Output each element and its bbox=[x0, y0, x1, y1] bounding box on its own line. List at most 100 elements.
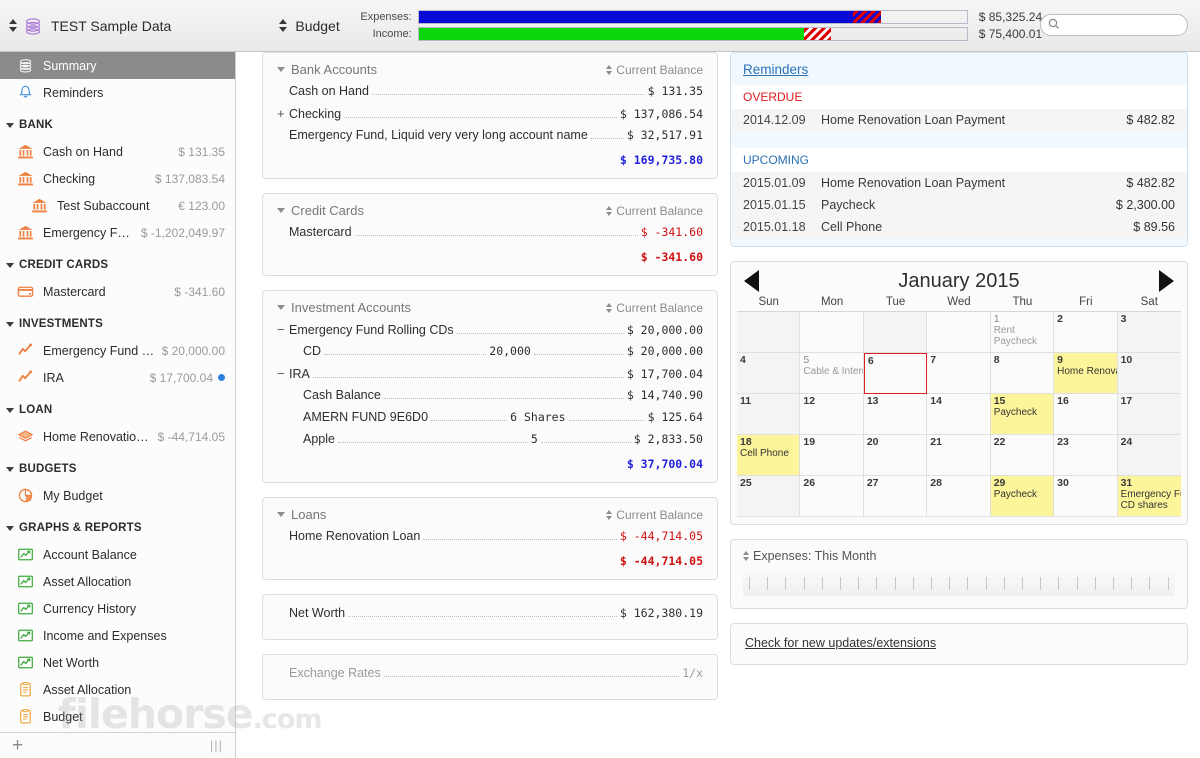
sidebar-item-budget[interactable]: Budget bbox=[0, 703, 235, 730]
calendar-day-cell[interactable]: 28 bbox=[927, 476, 991, 517]
account-row[interactable]: CD 20,000 $ 20,000.00 bbox=[277, 344, 703, 366]
reminder-row[interactable]: 2015.01.15 Paycheck $ 2,300.00 bbox=[731, 194, 1187, 216]
calendar-day-cell[interactable]: 26 bbox=[800, 476, 864, 517]
calendar-event[interactable]: Cell Phone bbox=[740, 448, 796, 459]
account-row[interactable]: − Emergency Fund Rolling CDs $ 20,000.00 bbox=[277, 322, 703, 344]
calendar-day-cell[interactable]: 11 bbox=[737, 394, 801, 435]
calendar-day-cell[interactable] bbox=[927, 312, 991, 353]
sidebar-item-asset-allocation[interactable]: Asset Allocation bbox=[0, 676, 235, 703]
calendar-day-cell[interactable] bbox=[800, 312, 864, 353]
calendar-grid[interactable]: 1 Rent Paycheck 2 3 4 5 Cable & Intern 6 7 8 9 Home … bbox=[737, 312, 1181, 517]
sidebar-group-bank[interactable]: BANK bbox=[0, 112, 235, 138]
chevron-down-icon[interactable] bbox=[6, 122, 14, 128]
sidebar-group-credit-cards[interactable]: CREDIT CARDS bbox=[0, 252, 235, 278]
bank-sort-control[interactable]: Current Balance bbox=[606, 63, 703, 77]
account-row[interactable]: AMERN FUND 9E6D0 6 Shares $ 125.64 bbox=[277, 410, 703, 432]
bank-panel-title-group[interactable]: Bank Accounts bbox=[277, 62, 377, 77]
sidebar-item-account-balance[interactable]: Account Balance bbox=[0, 541, 235, 568]
calendar-day-cell[interactable]: 3 bbox=[1117, 312, 1181, 353]
calendar-day-cell[interactable]: 20 bbox=[863, 435, 928, 476]
calendar-day-cell[interactable]: 1 Rent Paycheck bbox=[990, 312, 1055, 353]
calendar-day-cell[interactable]: 22 bbox=[990, 435, 1055, 476]
sidebar-item-asset-allocation[interactable]: Asset Allocation bbox=[0, 568, 235, 595]
chevron-down-icon[interactable] bbox=[277, 67, 285, 72]
expenses-stepper-icon[interactable] bbox=[743, 551, 749, 561]
sidebar-item-income-and-expenses[interactable]: Income and Expenses bbox=[0, 622, 235, 649]
search-box[interactable] bbox=[1040, 14, 1188, 36]
sidebar-item-ira[interactable]: IRA $ 17,700.04 bbox=[0, 364, 235, 391]
calendar-event[interactable]: Paycheck bbox=[994, 336, 1050, 347]
reminder-row[interactable]: 2015.01.18 Cell Phone $ 89.56 bbox=[731, 216, 1187, 238]
chevron-down-icon[interactable] bbox=[6, 321, 14, 327]
chevron-down-icon[interactable] bbox=[6, 466, 14, 472]
calendar-day-cell[interactable]: 9 Home Renova bbox=[1054, 353, 1118, 394]
sidebar-group-investments[interactable]: INVESTMENTS bbox=[0, 311, 235, 337]
triangle-right-icon[interactable] bbox=[1159, 270, 1174, 292]
calendar-day-cell[interactable]: 13 bbox=[863, 394, 928, 435]
sidebar-group-budgets[interactable]: BUDGETS bbox=[0, 456, 235, 482]
add-account-button[interactable]: + bbox=[12, 736, 23, 755]
calendar-day-cell[interactable]: 14 bbox=[927, 394, 991, 435]
calendar-day-cell[interactable]: 27 bbox=[863, 476, 928, 517]
calendar-day-cell[interactable]: 5 Cable & Intern bbox=[800, 353, 864, 394]
calendar-day-cell[interactable]: 25 bbox=[737, 476, 801, 517]
row-expand-toggle[interactable]: + bbox=[277, 106, 289, 121]
account-row[interactable]: + Checking $ 137,086.54 bbox=[277, 106, 703, 128]
calendar-event[interactable]: Emergency Fu bbox=[1121, 489, 1181, 500]
sidebar-item-cash-on-hand[interactable]: Cash on Hand $ 131.35 bbox=[0, 138, 235, 165]
row-expand-toggle[interactable]: − bbox=[277, 366, 289, 381]
sort-stepper-icon[interactable] bbox=[606, 509, 613, 520]
chevron-down-icon[interactable] bbox=[277, 512, 285, 517]
sort-stepper-icon[interactable] bbox=[606, 205, 613, 216]
sidebar-item-mastercard[interactable]: Mastercard $ -341.60 bbox=[0, 278, 235, 305]
sidebar-item-net-worth[interactable]: Net Worth bbox=[0, 649, 235, 676]
investment-sort-control[interactable]: Current Balance bbox=[606, 301, 703, 315]
credit-panel-title-group[interactable]: Credit Cards bbox=[277, 203, 364, 218]
loans-sort-control[interactable]: Current Balance bbox=[606, 508, 703, 522]
sidebar-item-currency-history[interactable]: Currency History bbox=[0, 595, 235, 622]
calendar-day-cell[interactable]: 31 Emergency Fu CD shares bbox=[1117, 476, 1181, 517]
account-row[interactable]: − IRA $ 17,700.04 bbox=[277, 366, 703, 388]
calendar-day-cell[interactable] bbox=[863, 312, 928, 353]
calendar-day-cell[interactable]: 4 bbox=[737, 353, 801, 394]
file-stepper[interactable] bbox=[8, 15, 17, 37]
chevron-down-icon[interactable] bbox=[277, 305, 285, 310]
sidebar-list[interactable]: Summary Reminders BANK Cash on Hand $ 131.35… bbox=[0, 52, 235, 736]
credit-sort-control[interactable]: Current Balance bbox=[606, 204, 703, 218]
calendar-day-cell[interactable]: 23 bbox=[1054, 435, 1118, 476]
calendar-event[interactable]: Home Renova bbox=[1057, 366, 1116, 377]
calendar-event[interactable]: Cable & Intern bbox=[803, 366, 862, 377]
sort-stepper-icon[interactable] bbox=[606, 64, 613, 75]
account-row[interactable]: Emergency Fund, Liquid very very long ac… bbox=[277, 128, 703, 150]
reminder-row[interactable]: 2015.01.09 Home Renovation Loan Payment $ … bbox=[731, 172, 1187, 194]
search-input[interactable] bbox=[1064, 19, 1180, 31]
calendar-day-cell[interactable]: 21 bbox=[927, 435, 991, 476]
calendar-day-cell[interactable]: 8 bbox=[990, 353, 1055, 394]
resize-grip[interactable]: ||| bbox=[210, 738, 223, 753]
chevron-down-icon[interactable] bbox=[6, 525, 14, 531]
sidebar-item-emergency-fund[interactable]: Emergency Fund, ... $ -1,202,049.97 bbox=[0, 219, 235, 246]
account-row[interactable]: Apple 5 $ 2,833.50 bbox=[277, 432, 703, 454]
sidebar-group-loan[interactable]: LOAN bbox=[0, 397, 235, 423]
sidebar-item-test-subaccount[interactable]: Test Subaccount € 123.00 bbox=[0, 192, 235, 219]
calendar-day-cell[interactable]: 12 bbox=[800, 394, 864, 435]
sidebar-group-graphs-reports[interactable]: GRAPHS & REPORTS bbox=[0, 515, 235, 541]
sort-stepper-icon[interactable] bbox=[606, 302, 613, 313]
check-updates-link[interactable]: Check for new updates/extensions bbox=[745, 636, 936, 650]
calendar-day-cell[interactable]: 6 bbox=[863, 353, 928, 394]
account-row[interactable]: Cash Balance $ 14,740.90 bbox=[277, 388, 703, 410]
calendar-day-cell[interactable]: 7 bbox=[927, 353, 991, 394]
triangle-left-icon[interactable] bbox=[744, 270, 759, 292]
calendar-event[interactable]: Rent bbox=[994, 325, 1050, 336]
calendar-day-cell[interactable]: 24 bbox=[1117, 435, 1181, 476]
sidebar-item-checking[interactable]: Checking $ 137,083.54 bbox=[0, 165, 235, 192]
chevron-down-icon[interactable] bbox=[6, 262, 14, 268]
account-row[interactable]: Mastercard $ -341.60 bbox=[277, 225, 703, 247]
calendar-day-cell[interactable]: 29 Paycheck bbox=[990, 476, 1055, 517]
calendar-event[interactable]: Paycheck bbox=[994, 407, 1050, 418]
calendar-day-cell[interactable]: 15 Paycheck bbox=[990, 394, 1055, 435]
calendar-day-cell[interactable]: 2 bbox=[1054, 312, 1118, 353]
calendar-day-cell[interactable]: 19 bbox=[800, 435, 864, 476]
reminders-title[interactable]: Reminders bbox=[731, 53, 1187, 85]
calendar-day-cell[interactable]: 17 bbox=[1117, 394, 1181, 435]
